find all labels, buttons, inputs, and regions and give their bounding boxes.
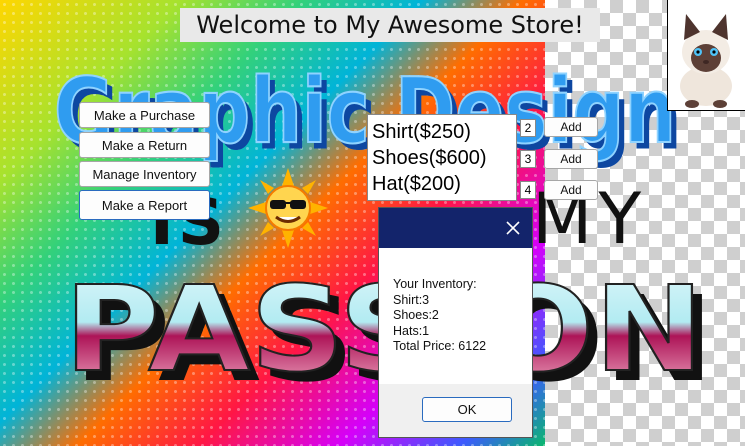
app-window: Graphic Design Graphic Design IS MY Welc… xyxy=(0,0,745,446)
shirt-quantity-field[interactable]: 2 xyxy=(520,119,536,137)
product-list[interactable]: Shirt($250) Shoes($600) Hat($200) xyxy=(367,114,517,201)
message-line: Shirt:3 xyxy=(393,292,430,307)
product-item-hat[interactable]: Hat($200) xyxy=(372,171,512,197)
manage-inventory-button[interactable]: Manage Inventory xyxy=(79,161,210,187)
inventory-message: Your Inventory: Shirt:3 Shoes:2 Hats:1 T… xyxy=(393,277,486,355)
hat-quantity-field[interactable]: 4 xyxy=(520,181,536,199)
store-title: Welcome to My Awesome Store! xyxy=(180,8,600,42)
close-icon[interactable] xyxy=(504,219,522,237)
sun-sunglasses-icon xyxy=(248,168,328,248)
product-item-shirt[interactable]: Shirt($250) xyxy=(372,119,512,145)
message-line: Hats:1 xyxy=(393,323,430,338)
message-line: Shoes:2 xyxy=(393,308,439,322)
add-hat-button[interactable]: Add xyxy=(544,180,598,200)
ok-button[interactable]: OK xyxy=(422,397,512,422)
add-shoes-button[interactable]: Add xyxy=(544,149,598,169)
cat-image xyxy=(667,0,745,111)
inventory-dialog: Your Inventory: Shirt:3 Shoes:2 Hats:1 T… xyxy=(378,207,533,438)
shoes-quantity-field[interactable]: 3 xyxy=(520,150,536,168)
add-shirt-button[interactable]: Add xyxy=(544,117,598,137)
message-line: Total Price: 6122 xyxy=(393,339,487,353)
message-line: Your Inventory: xyxy=(393,277,477,291)
make-purchase-button[interactable]: Make a Purchase xyxy=(79,102,210,128)
make-report-button[interactable]: Make a Report xyxy=(79,190,210,220)
product-item-shoes[interactable]: Shoes($600) xyxy=(372,145,512,171)
dialog-titlebar xyxy=(379,208,532,248)
make-return-button[interactable]: Make a Return xyxy=(79,132,210,158)
